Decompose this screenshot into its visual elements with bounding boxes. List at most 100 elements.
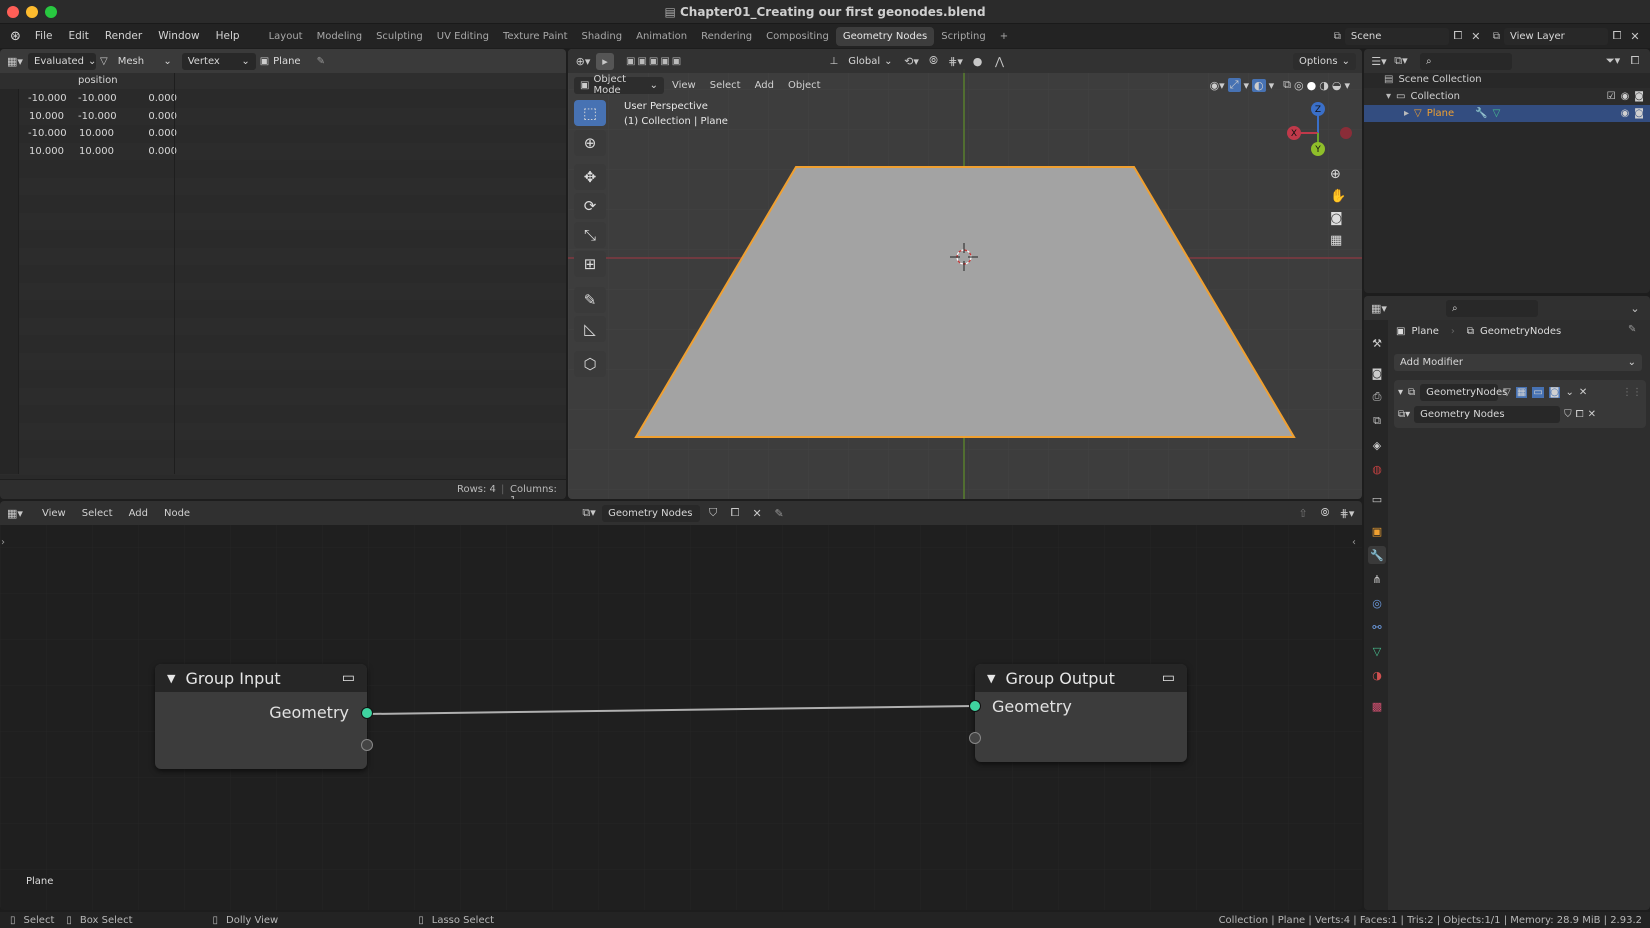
menu-file[interactable]: File bbox=[27, 30, 61, 42]
editor-type-icon[interactable]: ▦▾ bbox=[6, 53, 24, 70]
select-box-tool[interactable]: ⬚ bbox=[574, 100, 606, 126]
falloff-icon[interactable]: ⋀ bbox=[991, 53, 1009, 70]
tab-scripting[interactable]: Scripting bbox=[934, 27, 992, 46]
delete-scene-button[interactable]: ✕ bbox=[1467, 28, 1485, 45]
texture-tab-icon[interactable]: ▩ bbox=[1368, 697, 1386, 715]
tool-tab-icon[interactable]: ⚒ bbox=[1368, 334, 1386, 352]
expand-arrow-icon[interactable]: ▸ bbox=[1404, 108, 1409, 119]
expand-arrow-icon[interactable]: ▾ bbox=[1386, 91, 1391, 102]
pan-view-icon[interactable]: ✋ bbox=[1330, 189, 1346, 204]
object-data-tab-icon[interactable]: ▽ bbox=[1368, 642, 1386, 660]
node-menu-select[interactable]: Select bbox=[76, 506, 119, 521]
node-tree-browse-icon[interactable]: ⧉▾ bbox=[580, 505, 598, 522]
add-modifier-dropdown[interactable]: Add Modifier ⌄ bbox=[1394, 354, 1642, 371]
tab-compositing[interactable]: Compositing bbox=[759, 27, 836, 46]
unlink-node-tree-icon[interactable]: ✕ bbox=[748, 505, 766, 522]
tab-modeling[interactable]: Modeling bbox=[310, 27, 370, 46]
properties-search-input[interactable]: ⌕ bbox=[1446, 299, 1538, 317]
pin-icon[interactable]: ✎ bbox=[1628, 324, 1636, 335]
group-input-node[interactable]: ▼ Group Input ▭ Geometry bbox=[155, 664, 373, 769]
annotate-tool[interactable]: ✎ bbox=[574, 287, 606, 313]
edit-mode-toggle-icon[interactable]: ▽ bbox=[1503, 387, 1511, 398]
close-window-button[interactable] bbox=[7, 6, 19, 18]
view-layer-icon[interactable]: ⧉ bbox=[1493, 31, 1500, 42]
outliner-search-input[interactable]: ⌕ bbox=[1420, 52, 1512, 70]
outliner-row-collection[interactable]: ▾ ▭ Collection ☑ ◉ ◙ bbox=[1364, 88, 1650, 105]
material-tab-icon[interactable]: ◑ bbox=[1368, 666, 1386, 684]
zoom-view-icon[interactable]: ⊕ bbox=[1330, 167, 1346, 182]
domain-type-dropdown[interactable]: Mesh ⌄ bbox=[112, 53, 178, 70]
menu-edit[interactable]: Edit bbox=[60, 30, 96, 42]
modifier-tab-icon[interactable]: 🔧 bbox=[1368, 546, 1386, 564]
visibility-icon[interactable]: ◉▾ bbox=[1210, 79, 1225, 92]
evaluated-dropdown[interactable]: Evaluated ⌄ bbox=[28, 52, 96, 70]
duplicate-node-group-icon[interactable]: ⧠ bbox=[1576, 409, 1584, 420]
tab-sculpting[interactable]: Sculpting bbox=[369, 27, 430, 46]
menu-window[interactable]: Window bbox=[150, 30, 207, 42]
visibility-eye-icon[interactable]: ◉ bbox=[1621, 91, 1630, 102]
tab-rendering[interactable]: Rendering bbox=[694, 27, 759, 46]
move-tool[interactable]: ✥ bbox=[574, 164, 606, 190]
snap-icon[interactable]: ⦾ bbox=[925, 53, 943, 70]
add-cube-tool[interactable]: ⬡ bbox=[574, 351, 606, 377]
sidebar-expand-arrow[interactable]: ‹ bbox=[1352, 537, 1356, 548]
overlay-toggle-icon[interactable]: ◐ bbox=[1252, 78, 1266, 92]
overlay-dropdown-icon[interactable]: ▾ bbox=[1269, 79, 1275, 92]
outliner-row-plane[interactable]: ▸ ▽ Plane 🔧 ▽ ◉ ◙ bbox=[1364, 105, 1650, 122]
editor-type-icon[interactable]: ▦▾ bbox=[1370, 300, 1388, 317]
zoom-window-button[interactable] bbox=[45, 6, 57, 18]
node-tree-browse-icon[interactable]: ⧉▾ bbox=[1398, 409, 1410, 420]
duplicate-node-tree-icon[interactable]: ⧠ bbox=[726, 505, 744, 522]
group-input-node-header[interactable]: ▼ Group Input ▭ bbox=[155, 664, 367, 692]
filter-icon[interactable]: ⏷▾ bbox=[1604, 53, 1622, 70]
scene-tab-icon[interactable]: ◈ bbox=[1368, 436, 1386, 454]
render-toggle-icon[interactable]: ◙ bbox=[1548, 386, 1561, 398]
editor-type-icon[interactable]: ⊕▾ bbox=[574, 53, 592, 70]
proportional-edit-icon[interactable]: ● bbox=[969, 53, 987, 70]
drag-handle-icon[interactable]: ⋮⋮ bbox=[1622, 387, 1642, 398]
options-dropdown-icon[interactable]: ⌄ bbox=[1626, 300, 1644, 317]
node-menu-view[interactable]: View bbox=[36, 506, 72, 521]
blender-logo-icon[interactable]: ⊛ bbox=[0, 29, 27, 44]
view-layer-tab-icon[interactable]: ⧉ bbox=[1368, 412, 1386, 430]
gizmo-dropdown-icon[interactable]: ▾ bbox=[1244, 79, 1250, 92]
domain-dropdown[interactable]: Vertex ⌄ bbox=[181, 52, 256, 70]
transform-tool[interactable]: ⊞ bbox=[574, 251, 606, 277]
group-output-geometry-socket[interactable] bbox=[969, 700, 981, 712]
menu-help[interactable]: Help bbox=[208, 30, 248, 42]
outliner-row-scene-collection[interactable]: ▤ Scene Collection bbox=[1364, 71, 1650, 88]
perspective-toggle-icon[interactable]: ▦ bbox=[1330, 233, 1346, 248]
collapse-arrow-icon[interactable]: ▼ bbox=[167, 672, 175, 685]
node-tree-field[interactable]: Geometry Nodes bbox=[602, 504, 701, 522]
snap-icon[interactable]: ⦾ bbox=[1316, 505, 1334, 522]
collapse-arrow-icon[interactable]: ▼ bbox=[987, 672, 995, 685]
node-group-field[interactable]: Geometry Nodes bbox=[1414, 405, 1561, 423]
world-tab-icon[interactable]: ◍ bbox=[1368, 460, 1386, 478]
new-collection-icon[interactable]: ⧠ bbox=[1626, 53, 1644, 70]
select-tool-icon[interactable]: ▸ bbox=[596, 52, 614, 70]
output-tab-icon[interactable]: ⎙ bbox=[1368, 388, 1386, 406]
options-dropdown[interactable]: Options ⌄ bbox=[1293, 52, 1356, 70]
render-tab-icon[interactable]: ◙ bbox=[1368, 364, 1386, 382]
tab-texture-paint[interactable]: Texture Paint bbox=[496, 27, 575, 46]
tab-animation[interactable]: Animation bbox=[629, 27, 694, 46]
rendered-shading-icon[interactable]: ◒ bbox=[1332, 79, 1342, 92]
node-editor[interactable]: ▦▾ View Select Add Node ⧉▾ Geometry Node… bbox=[0, 501, 1362, 910]
monitor-icon[interactable]: ▭ bbox=[342, 670, 355, 686]
tab-layout[interactable]: Layout bbox=[262, 27, 310, 46]
editor-type-icon[interactable]: ▦▾ bbox=[6, 505, 24, 522]
wireframe-shading-icon[interactable]: ◎ bbox=[1294, 79, 1304, 92]
rotate-tool[interactable]: ⟳ bbox=[574, 193, 606, 219]
viewport-menu-select[interactable]: Select bbox=[704, 78, 747, 93]
camera-view-icon[interactable]: ◙ bbox=[1330, 211, 1346, 226]
node-menu-add[interactable]: Add bbox=[123, 506, 154, 521]
measure-tool[interactable]: ◺ bbox=[574, 316, 606, 342]
viewport-menu-add[interactable]: Add bbox=[749, 78, 780, 93]
object-mode-dropdown[interactable]: ▣ Object Mode ⌄ bbox=[574, 74, 664, 96]
new-scene-button[interactable]: ⧠ bbox=[1449, 28, 1467, 45]
pin-icon[interactable]: ✎ bbox=[770, 505, 788, 522]
fake-user-icon[interactable]: ⛉ bbox=[1564, 409, 1572, 420]
tab-geometry-nodes[interactable]: Geometry Nodes bbox=[835, 26, 935, 46]
pivot-point-icon[interactable]: ⟲▾ bbox=[903, 53, 921, 70]
monitor-icon[interactable]: ▭ bbox=[1162, 670, 1175, 686]
